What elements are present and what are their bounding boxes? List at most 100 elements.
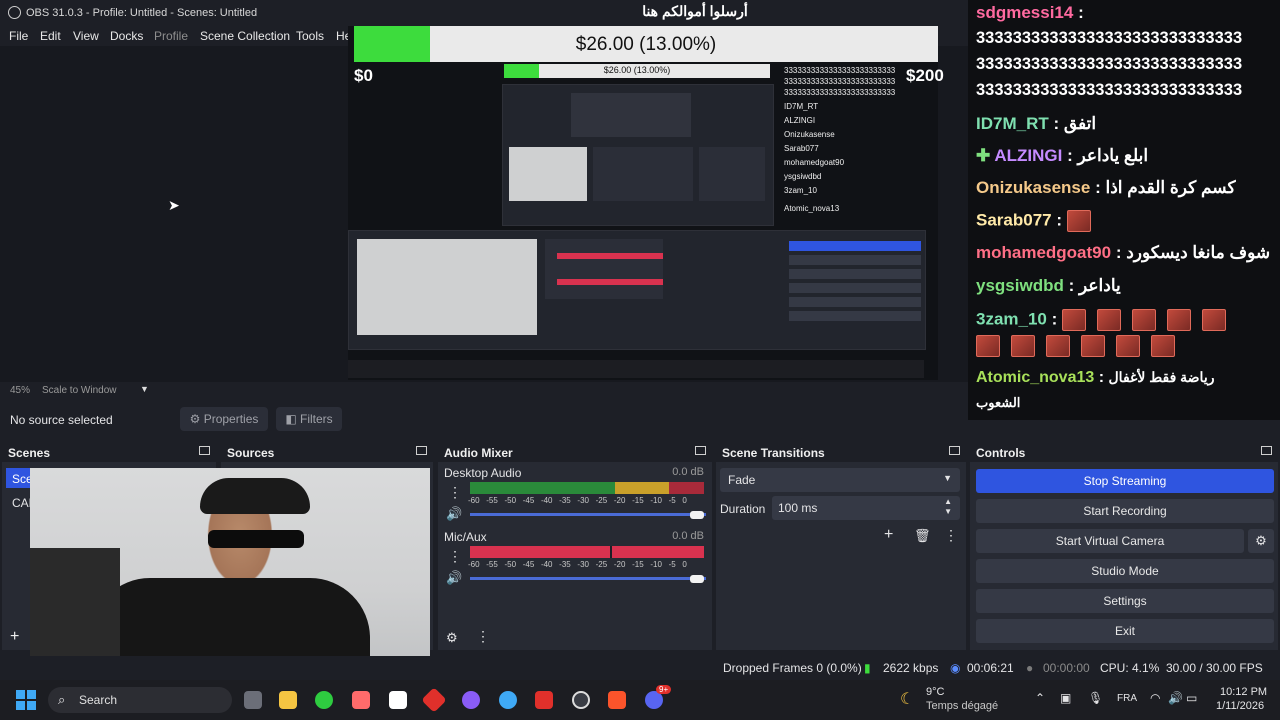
start-virtual-camera-button[interactable]: Start Virtual Camera [976,529,1244,553]
volume-icon[interactable]: 🔊 [1168,691,1183,705]
menu-docks[interactable]: Docks [110,29,143,43]
volume-slider-knob[interactable] [690,575,704,583]
chat-message: رياضة فقط لأغفال [1108,369,1215,385]
transition-select[interactable]: Fade ▼ [720,468,960,492]
speaker-icon[interactable]: 🔊 [446,506,462,522]
chat-line: Onizukasense : كسم كرة القدم اذا [976,178,1236,197]
tray-app-icon[interactable]: ▣ [1060,691,1071,705]
add-icon[interactable]: + [10,628,19,646]
chat-message: ياداعر [1079,276,1121,295]
donation-max: $200 [906,66,944,85]
menu-file[interactable]: File [9,29,28,43]
float-dock-icon[interactable] [416,446,427,455]
microphone-icon[interactable]: 🎙 [1088,691,1103,705]
channel-name: Desktop Audio [444,466,522,480]
clock-date[interactable]: 1/11/2026 [1216,700,1264,712]
chat-user: sdgmessi14 [976,3,1074,22]
preview-canvas[interactable]: $26.00 (13.00%) 333333333333333333333333… [348,26,938,380]
menu-profile[interactable]: Profile [154,29,188,43]
volume-meter [470,482,704,494]
duration-label: Duration [720,502,766,516]
properties-button[interactable]: ⚙ Properties [180,407,268,431]
mail-icon[interactable] [535,691,553,709]
float-dock-icon[interactable] [949,446,960,455]
dropped-frames: Dropped Frames 0 (0.0%) [723,661,862,675]
kebab-menu-icon[interactable]: ⋮ [448,484,462,501]
emote-icon [1062,309,1087,331]
kebab-menu-icon[interactable]: ⋮ [476,628,490,645]
speaker-icon[interactable]: 🔊 [446,570,462,586]
gear-icon[interactable]: ⚙ [1248,529,1274,553]
nested-chat: 3333333333333333333333333 33333333333333… [784,66,896,213]
start-recording-button[interactable]: Start Recording [976,499,1274,523]
language[interactable]: FRA [1117,693,1137,704]
volume-slider-knob[interactable] [690,511,704,519]
duration-input[interactable]: 100 ms ▲ ▼ [772,496,960,520]
gear-icon[interactable]: ⚙ [446,630,458,646]
donation-title: أرسلوا أموالكم هنا [642,3,748,19]
battery-icon[interactable]: ▭ [1186,691,1197,705]
menu-view[interactable]: View [73,29,99,43]
scale-mode-select[interactable]: Scale to Window [42,385,116,396]
stop-streaming-button[interactable]: Stop Streaming [976,469,1274,493]
twitch-icon[interactable] [462,691,480,709]
windows-start-icon[interactable] [16,690,36,710]
sources-title: Sources [227,446,275,460]
emote-icon [1132,309,1157,331]
chat-user: Onizukasense [976,178,1091,197]
clock-time[interactable]: 10:12 PM [1220,686,1267,698]
chat-line: ysgsiwdbd : ياداعر [976,276,1121,295]
peak-marker [610,546,612,558]
photos-icon[interactable] [352,691,370,709]
chevron-up-icon[interactable]: ⌃ [1035,691,1045,705]
task-view-icon[interactable] [244,691,262,709]
menu-scene-collection[interactable]: Scene Collection [200,29,290,43]
float-dock-icon[interactable] [695,446,706,455]
chat-line: 3zam_10 : [976,309,1237,331]
chat-message: كسم كرة القدم اذا [1105,178,1236,197]
volume-slider[interactable] [470,513,706,516]
taskbar-search[interactable]: ⌕ Search [48,687,232,713]
emote-icon [1167,309,1192,331]
exit-button[interactable]: Exit [976,619,1274,643]
menu-edit[interactable]: Edit [40,29,61,43]
channel-db: 0.0 dB [672,530,704,542]
emote-icon [976,335,1000,357]
xbox-icon[interactable] [315,691,333,709]
store-icon[interactable] [389,691,407,709]
chat-user: ysgsiwdbd [976,276,1064,295]
taskbar: ⌕ Search 9+ ☾ 9°C Temps dégagé ⌃ ▣ 🎙 FRA… [0,680,1280,720]
filters-button[interactable]: ◧ Filters [276,407,342,431]
weather-desc[interactable]: Temps dégagé [926,700,998,712]
obs-logo-icon [8,6,21,19]
chat-overlay: sdgmessi14 : 333333333333333333333333333… [968,0,1280,420]
trash-icon[interactable]: 🗑 [914,528,931,544]
float-dock-icon[interactable] [1261,446,1272,455]
edge-icon[interactable] [499,691,517,709]
mouse-cursor-icon: ➤ [168,197,180,213]
file-explorer-icon[interactable] [279,691,297,709]
volume-slider[interactable] [470,577,706,580]
channel-db: 0.0 dB [672,466,704,478]
studio-mode-button[interactable]: Studio Mode [976,559,1274,583]
settings-button[interactable]: Settings [976,589,1274,613]
chat-user: ID7M_RT [976,114,1049,133]
menu-tools[interactable]: Tools [296,29,324,43]
bitrate: 2622 kbps [883,661,939,675]
stream-icon: ◉ [950,661,961,675]
float-dock-icon[interactable] [199,446,210,455]
kebab-menu-icon[interactable]: ⋮ [448,548,462,565]
obs-icon[interactable] [572,691,590,709]
add-icon[interactable]: + [884,526,893,544]
app-icon[interactable] [421,687,447,713]
chat-user: 3zam_10 [976,309,1047,329]
meter-ticks: -60 -55 -50 -45 -40 -35 -30 -25 -20 -15 … [468,560,687,569]
wifi-icon[interactable]: ◠ [1150,691,1160,705]
emote-icon [1081,335,1105,357]
emote-icon [1066,210,1091,232]
kebab-menu-icon[interactable]: ⋮ [944,527,958,544]
controls-title: Controls [976,446,1026,460]
brave-icon[interactable] [608,691,626,709]
weather-temp[interactable]: 9°C [926,686,944,698]
chevron-down-icon[interactable]: ▼ [140,384,149,394]
